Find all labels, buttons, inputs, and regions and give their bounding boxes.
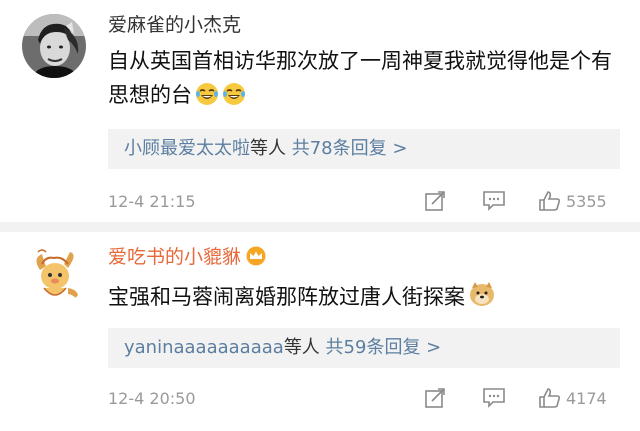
reply-count-link[interactable]: 共59条回复 > [326, 337, 442, 358]
thumbs-up-icon [539, 191, 561, 211]
reply-suffix: 等人 [283, 337, 320, 358]
laughing-tears-emoji-icon [195, 82, 219, 116]
reply-count-link[interactable]: 共78条回复 > [292, 138, 408, 159]
reply-users-link[interactable]: 小顾最爱太太啦 [124, 138, 250, 159]
comment-text: 宝强和马蓉闹离婚那阵放过唐人街探案 [108, 280, 620, 318]
like-button[interactable]: 5355 [538, 190, 607, 219]
author-name[interactable]: 爱吃书的小貔貅 [108, 245, 267, 272]
comment-text-content: 自从英国首相访华那次放了一周神夏我就觉得他是个有思想的台 [108, 49, 612, 107]
like-button[interactable]: 4174 [538, 387, 607, 416]
timestamp: 12-4 21:15 [108, 192, 196, 211]
timestamp: 12-4 20:50 [108, 389, 196, 408]
person-portrait-icon [22, 14, 86, 78]
like-count: 4174 [566, 389, 607, 408]
laughing-tears-emoji-icon [222, 82, 246, 116]
reply-suffix: 等人 [250, 138, 286, 159]
comment-meta: 12-4 21:15 5355 [108, 190, 620, 214]
vip-crown-icon [245, 246, 267, 272]
reply-users-link[interactable]: yaninaaaaaaaaaa [124, 337, 284, 358]
author-name[interactable]: 爱麻雀的小杰克 [108, 13, 241, 37]
like-count: 5355 [566, 192, 607, 211]
thumbs-up-icon [539, 388, 561, 408]
comment-item: 爱麻雀的小杰克 自从英国首相访华那次放了一周神夏我就觉得他是个有思想的台 小顾最… [0, 0, 640, 222]
doge-emoji-icon [468, 280, 496, 318]
divider [0, 222, 640, 232]
pixiu-cartoon-icon [22, 242, 86, 306]
repost-icon[interactable] [424, 387, 446, 411]
repost-icon[interactable] [424, 190, 446, 214]
avatar[interactable] [22, 242, 86, 306]
comment-icon[interactable] [482, 190, 506, 214]
comment-text-content: 宝强和马蓉闹离婚那阵放过唐人街探案 [108, 285, 465, 309]
comment-icon[interactable] [482, 387, 506, 411]
avatar[interactable] [22, 14, 86, 78]
author-name-text: 爱吃书的小貔貅 [108, 246, 242, 268]
comment-meta: 12-4 20:50 4174 [108, 387, 620, 411]
comment-text: 自从英国首相访华那次放了一周神夏我就觉得他是个有思想的台 [108, 44, 620, 116]
comment-list: 爱麻雀的小杰克 自从英国首相访华那次放了一周神夏我就觉得他是个有思想的台 小顾最… [0, 0, 640, 431]
reply-summary[interactable]: 小顾最爱太太啦等人 共78条回复 > [108, 129, 620, 169]
comment-item: 爱吃书的小貔貅 宝强和马蓉闹离婚那阵放过唐人街探案 yaninaaaaaaaaa… [0, 232, 640, 431]
reply-summary[interactable]: yaninaaaaaaaaaa等人 共59条回复 > [108, 328, 620, 368]
